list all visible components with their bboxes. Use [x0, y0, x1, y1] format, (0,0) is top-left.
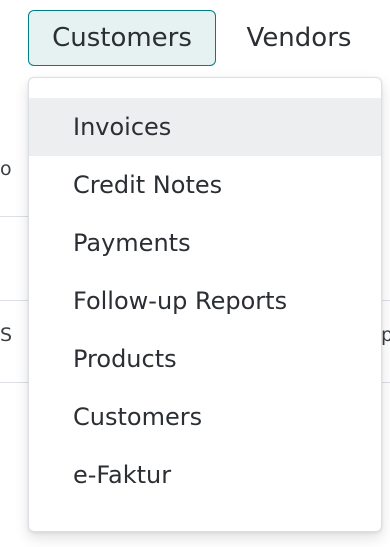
menu-item-invoices[interactable]: Invoices [29, 98, 381, 156]
menu-item-e-faktur[interactable]: e-Faktur [29, 446, 381, 504]
background-text-fragment: p [381, 324, 390, 346]
background-divider [0, 300, 30, 301]
customers-dropdown-menu: Invoices Credit Notes Payments Follow-up… [28, 77, 382, 532]
customers-menu-button[interactable]: Customers [28, 10, 216, 66]
vendors-menu-button[interactable]: Vendors [228, 10, 370, 66]
background-text-fragment: o [0, 158, 12, 180]
background-text-fragment: S [0, 324, 13, 346]
menu-item-payments[interactable]: Payments [29, 214, 381, 272]
menu-item-follow-up-reports[interactable]: Follow-up Reports [29, 272, 381, 330]
background-divider [0, 382, 30, 383]
menu-item-credit-notes[interactable]: Credit Notes [29, 156, 381, 214]
menu-item-customers[interactable]: Customers [29, 388, 381, 446]
background-divider [0, 216, 30, 217]
menu-item-products[interactable]: Products [29, 330, 381, 388]
